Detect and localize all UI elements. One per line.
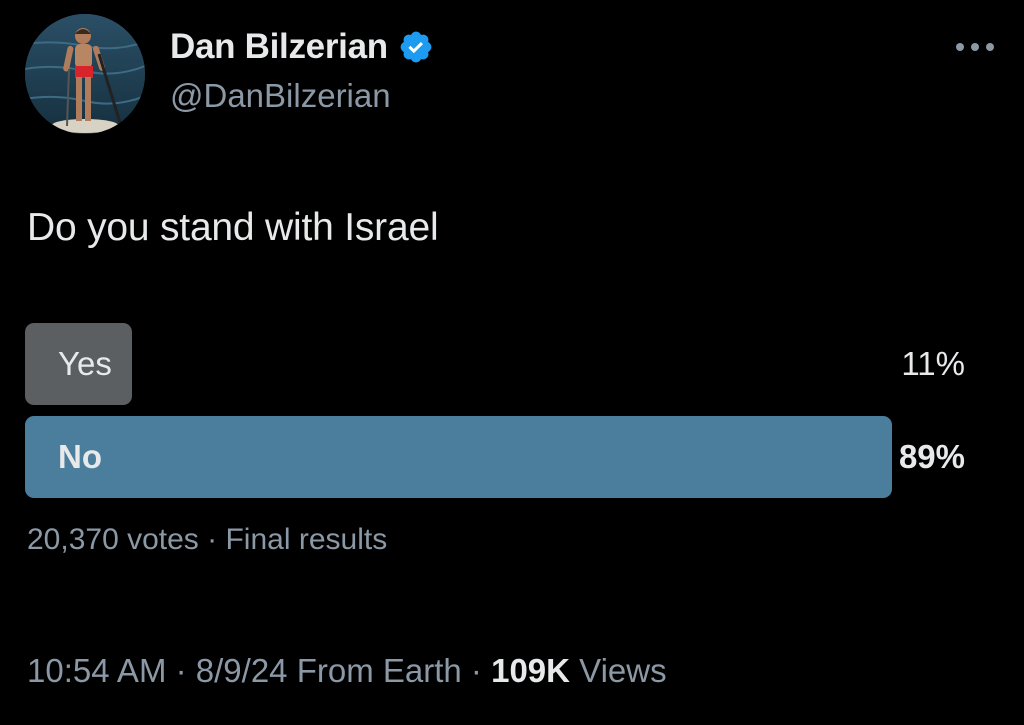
poll-bar <box>25 416 892 498</box>
separator: · <box>175 652 187 689</box>
avatar-image <box>25 14 145 134</box>
tweet-text: Do you stand with Israel <box>27 206 439 249</box>
poll-option-percent: 11% <box>901 345 965 382</box>
author-name[interactable]: Dan Bilzerian <box>170 27 388 67</box>
poll-option-yes: Yes 11% <box>25 323 965 405</box>
author-name-row: Dan Bilzerian <box>170 25 434 69</box>
avatar[interactable] <box>25 14 145 134</box>
verified-badge-icon <box>398 29 434 65</box>
poll-meta: 20,370 votes · Final results <box>27 523 387 557</box>
tweet-time[interactable]: 10:54 AM <box>27 652 166 689</box>
poll-option-no: No 89% <box>25 416 965 498</box>
more-options-button[interactable] <box>950 30 1000 64</box>
poll-option-percent: 89% <box>898 438 965 475</box>
separator: · <box>207 523 218 556</box>
poll-votes: 20,370 votes <box>27 523 199 556</box>
author-handle[interactable]: @DanBilzerian <box>170 77 391 115</box>
views-count[interactable]: 109K <box>491 652 570 689</box>
views-label: Views <box>579 652 667 689</box>
poll-option-label: No <box>58 438 102 475</box>
tweet-date[interactable]: 8/9/24 <box>196 652 288 689</box>
more-horizontal-icon <box>956 43 994 51</box>
poll-status: Final results <box>225 523 388 556</box>
tweet-source: From Earth <box>296 652 462 689</box>
poll-option-label: Yes <box>58 345 112 382</box>
separator: · <box>470 652 482 689</box>
tweet-footer: 10:54 AM · 8/9/24 From Earth · 109K View… <box>27 652 667 690</box>
